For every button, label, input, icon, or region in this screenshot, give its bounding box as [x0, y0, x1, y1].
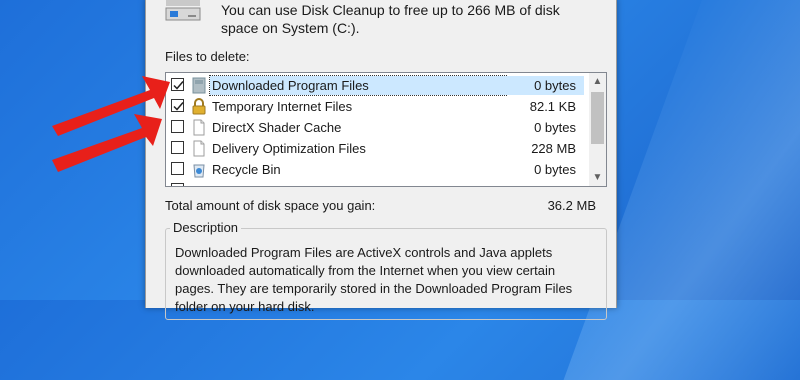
drive-icon	[165, 0, 201, 21]
checkbox[interactable]	[171, 99, 184, 112]
checkbox[interactable]	[171, 141, 184, 154]
files-to-delete-label: Files to delete:	[165, 49, 250, 64]
list-item[interactable]	[166, 180, 584, 186]
description-title: Description	[170, 220, 242, 235]
item-size: 228 MB	[531, 141, 576, 156]
list-item[interactable]: Temporary Internet Files 82.1 KB	[166, 96, 584, 117]
list-item[interactable]: DirectX Shader Cache 0 bytes	[166, 117, 584, 138]
item-name: Temporary Internet Files	[212, 99, 353, 114]
item-name: Delivery Optimization Files	[212, 141, 366, 156]
checkbox[interactable]	[171, 183, 184, 186]
scroll-thumb[interactable]	[591, 92, 604, 144]
list-item[interactable]: Downloaded Program Files 0 bytes	[166, 75, 584, 96]
checkbox[interactable]	[171, 120, 184, 133]
item-name: DirectX Shader Cache	[212, 120, 342, 135]
lock-icon	[192, 98, 206, 115]
checkbox[interactable]	[171, 78, 184, 91]
list-item[interactable]: Recycle Bin 0 bytes	[166, 159, 584, 180]
checkbox[interactable]	[171, 162, 184, 175]
recycle-bin-icon	[193, 164, 205, 178]
item-size: 0 bytes	[534, 78, 576, 93]
item-size: 0 bytes	[534, 120, 576, 135]
scroll-down-button[interactable]: ▼	[589, 169, 606, 186]
scroll-up-button[interactable]: ▲	[589, 73, 606, 90]
page-icon	[193, 140, 205, 157]
files-to-delete-list[interactable]: Downloaded Program Files 0 bytes Tempora…	[165, 72, 607, 187]
folder-icon	[192, 77, 206, 94]
item-size: 82.1 KB	[529, 99, 576, 114]
summary-text: You can use Disk Cleanup to free up to 2…	[221, 2, 560, 36]
item-name: Downloaded Program Files	[212, 78, 369, 93]
page-icon	[193, 119, 205, 136]
total-space-value: 36.2 MB	[547, 198, 596, 213]
list-scrollbar[interactable]: ▲ ▼	[589, 73, 606, 186]
list-item[interactable]: Delivery Optimization Files 228 MB	[166, 138, 584, 159]
item-name: Recycle Bin	[212, 162, 281, 177]
total-space-label: Total amount of disk space you gain:	[165, 198, 376, 213]
item-size: 0 bytes	[534, 162, 576, 177]
description-text: Downloaded Program Files are ActiveX con…	[175, 245, 573, 314]
